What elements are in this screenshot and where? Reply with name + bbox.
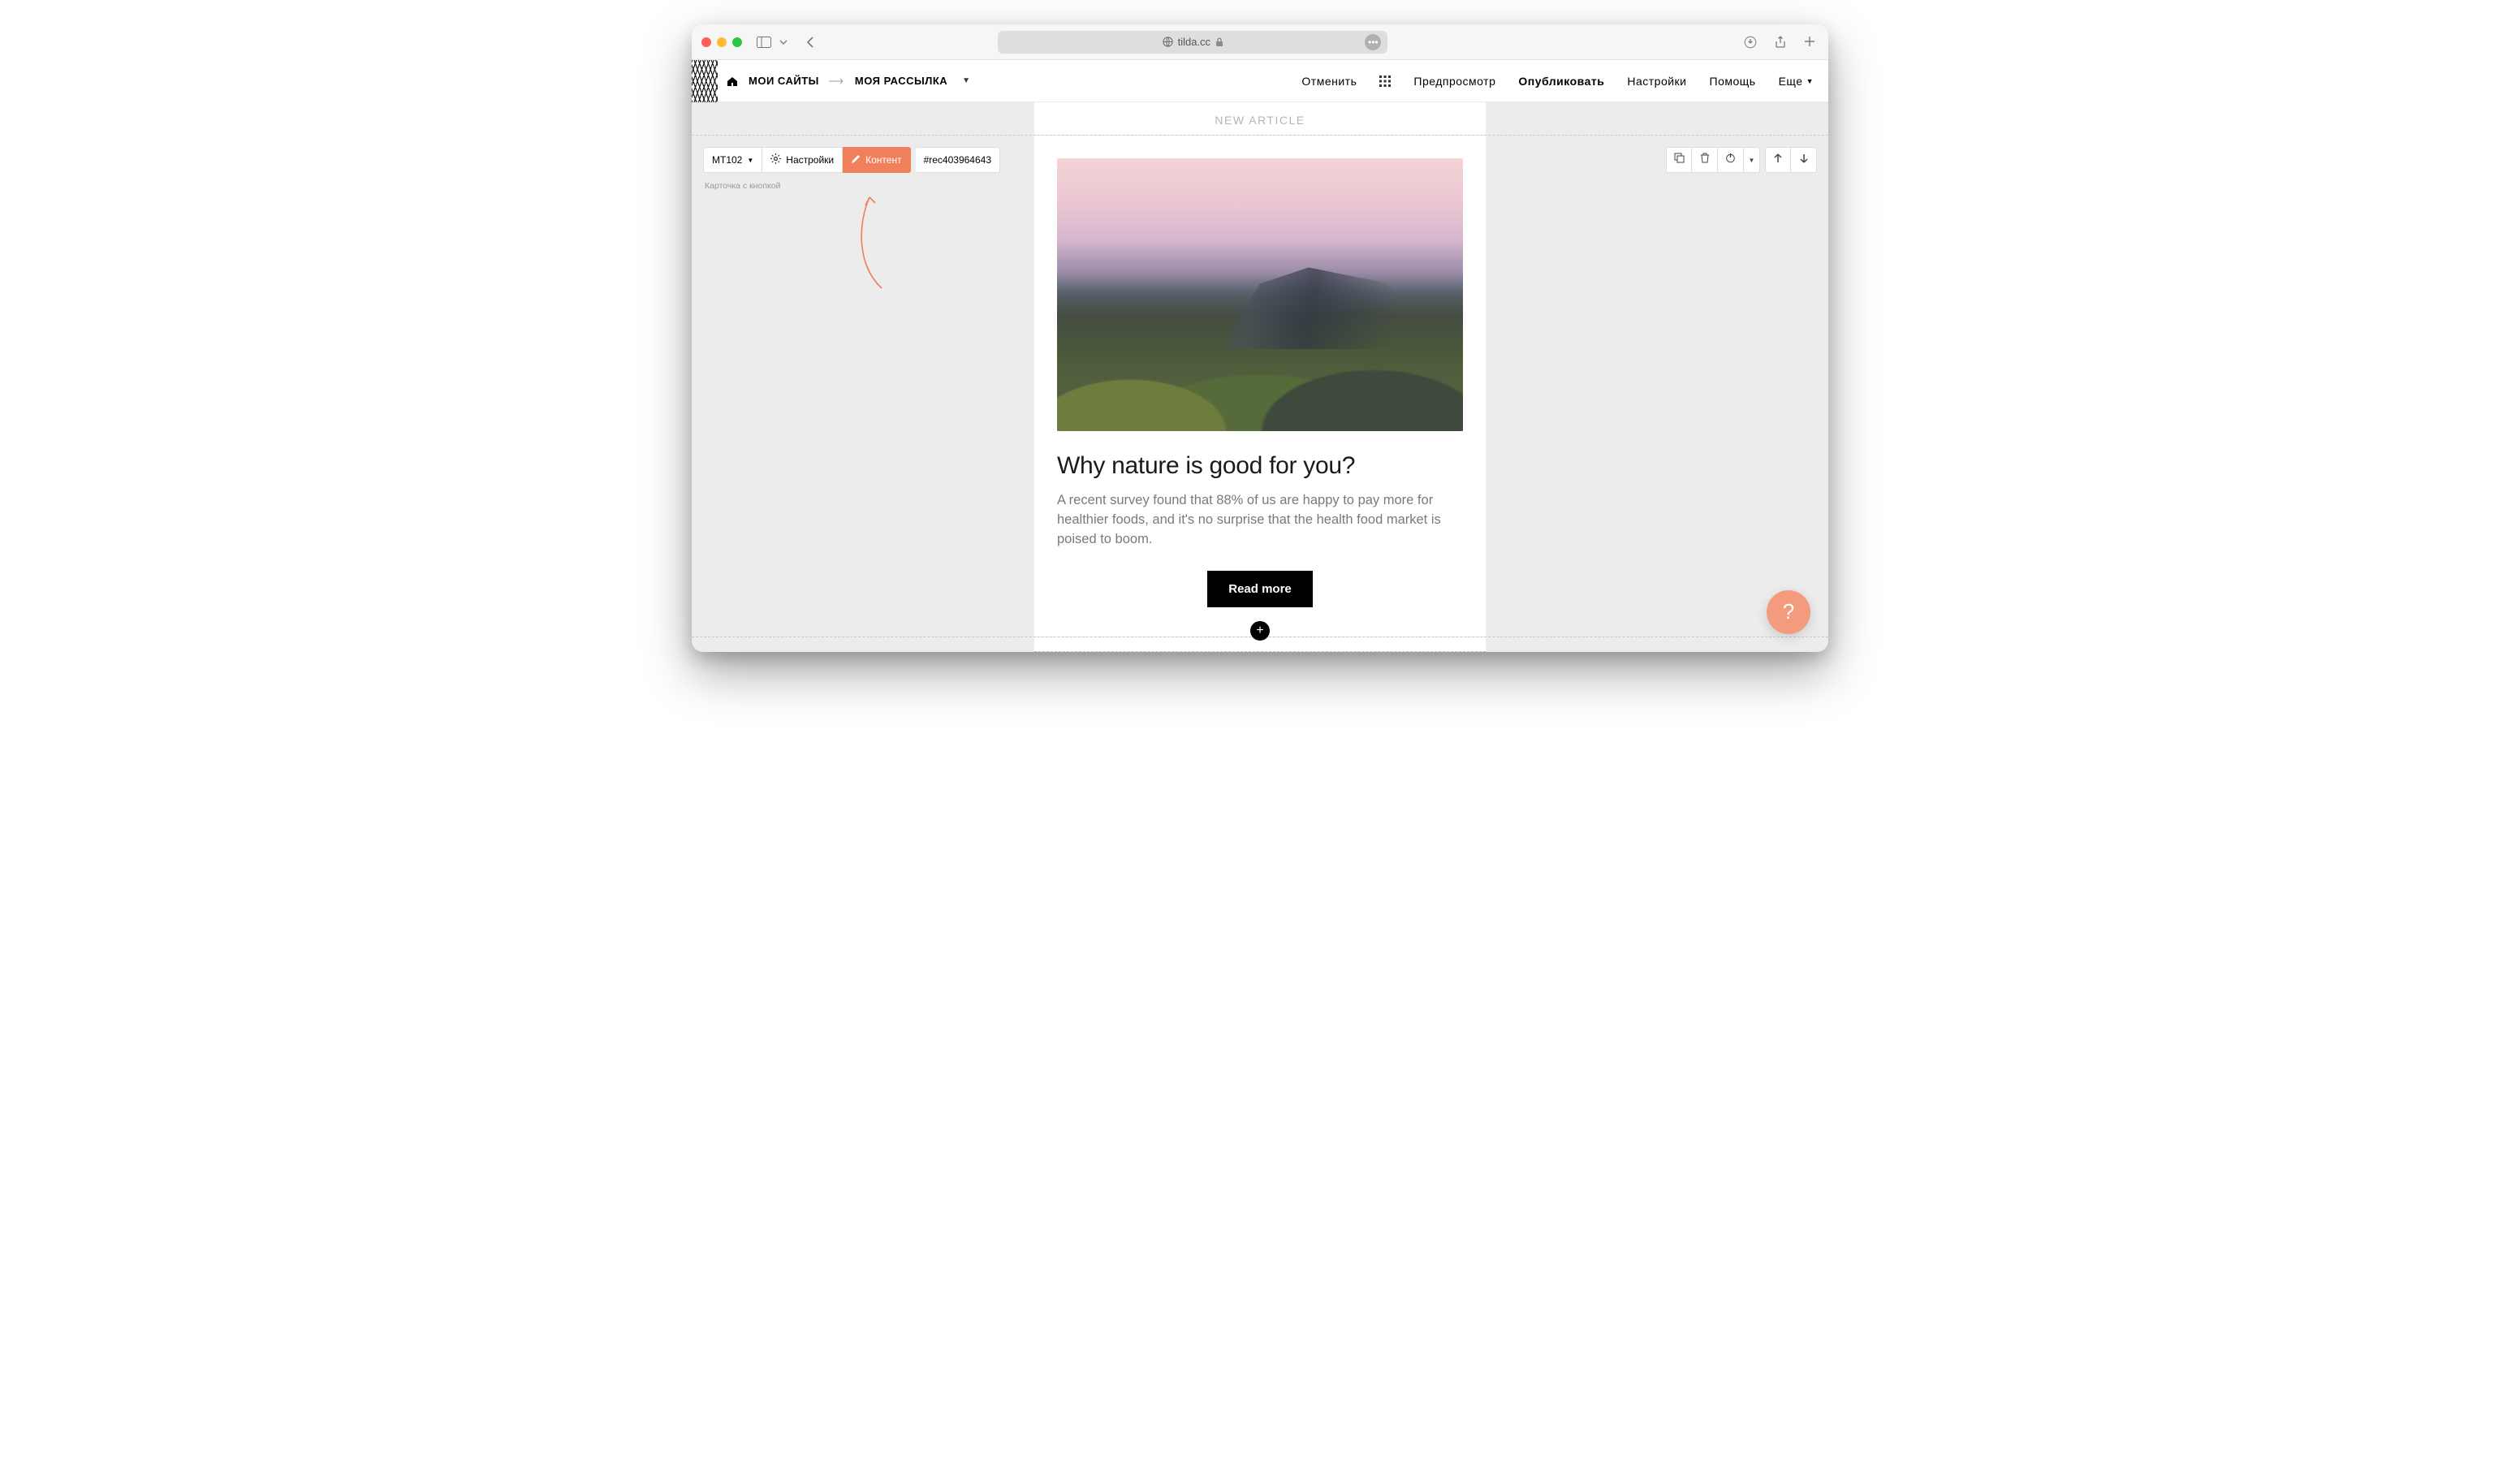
more-dropdown[interactable]: Еще ▼: [1779, 75, 1814, 88]
block-content-label: Контент: [865, 154, 901, 166]
block-controls-left: MT102 ▼ Настройки Контент: [703, 147, 1000, 191]
arrow-down-icon: [1800, 153, 1808, 167]
block-settings-button[interactable]: Настройки: [762, 147, 843, 173]
email-canvas: NEW ARTICLE: [1034, 102, 1486, 135]
close-window-button[interactable]: [701, 37, 711, 47]
undo-button[interactable]: Отменить: [1301, 75, 1357, 88]
arrow-right-icon: [829, 74, 845, 88]
address-more-icon[interactable]: •••: [1365, 34, 1381, 50]
gear-icon: [770, 153, 781, 166]
block-recid[interactable]: #rec403964643: [916, 147, 1000, 173]
card-image: [1057, 158, 1463, 431]
breadcrumb-dropdown-icon[interactable]: ▼: [962, 76, 970, 85]
arrow-up-icon: [1774, 153, 1782, 167]
share-icon[interactable]: [1771, 32, 1789, 52]
address-url: tilda.cc: [1178, 36, 1210, 48]
breadcrumb-home[interactable]: МОИ САЙТЫ: [749, 75, 819, 87]
duplicate-button[interactable]: [1666, 147, 1692, 173]
block-recid-label: #rec403964643: [924, 154, 991, 166]
block-wrapper: MT102 ▼ Настройки Контент: [692, 135, 1828, 637]
caret-down-icon: ▼: [1749, 157, 1755, 164]
read-more-button[interactable]: Read more: [1207, 571, 1313, 607]
power-button[interactable]: [1718, 147, 1744, 173]
new-tab-icon[interactable]: [1801, 32, 1819, 52]
workspace: NEW ARTICLE MT102 ▼ Настройки: [692, 102, 1828, 652]
help-button[interactable]: Помощь: [1710, 75, 1756, 88]
globe-icon: [1163, 37, 1173, 47]
section-title: NEW ARTICLE: [1034, 102, 1486, 135]
address-bar[interactable]: tilda.cc •••: [998, 31, 1387, 54]
minimize-window-button[interactable]: [717, 37, 727, 47]
breadcrumb-page[interactable]: МОЯ РАССЫЛКА: [855, 75, 947, 87]
help-bubble-button[interactable]: ?: [1767, 590, 1810, 634]
caret-down-icon: ▼: [747, 157, 753, 164]
maximize-window-button[interactable]: [732, 37, 742, 47]
pencil-icon: [851, 154, 861, 166]
breadcrumb: МОИ САЙТЫ МОЯ РАССЫЛКА ▼: [726, 74, 971, 88]
copy-icon: [1674, 153, 1685, 167]
plus-icon: +: [1256, 624, 1263, 638]
home-icon[interactable]: [726, 76, 739, 87]
card-description: A recent survey found that 88% of us are…: [1057, 491, 1463, 550]
settings-button[interactable]: Настройки: [1627, 75, 1686, 88]
block-content-button[interactable]: Контент: [843, 147, 910, 173]
power-icon: [1725, 153, 1736, 167]
chevron-down-icon[interactable]: [776, 37, 791, 48]
grid-icon[interactable]: [1379, 76, 1391, 87]
block-caption: Карточка с кнопкой: [705, 181, 780, 191]
lock-icon: [1215, 37, 1223, 47]
block-settings-label: Настройки: [786, 154, 834, 166]
publish-button[interactable]: Опубликовать: [1518, 75, 1604, 88]
card-title: Why nature is good for you?: [1057, 452, 1463, 480]
more-label: Еще: [1779, 75, 1803, 88]
move-down-button[interactable]: [1791, 147, 1817, 173]
annotation-arrow: [825, 192, 906, 290]
card-block[interactable]: Why nature is good for you? A recent sur…: [1034, 136, 1486, 637]
window-controls: [701, 37, 742, 47]
sidebar-toggle-icon[interactable]: [753, 33, 775, 51]
power-dropdown[interactable]: ▼: [1744, 147, 1760, 173]
add-block-button[interactable]: +: [1250, 621, 1270, 641]
move-up-button[interactable]: [1765, 147, 1791, 173]
block-code-dropdown[interactable]: MT102 ▼: [703, 147, 762, 173]
app-header: МОИ САЙТЫ МОЯ РАССЫЛКА ▼ Отменить Предпр…: [692, 60, 1828, 102]
delete-button[interactable]: [1692, 147, 1718, 173]
trash-icon: [1700, 153, 1710, 167]
question-icon: ?: [1783, 599, 1794, 624]
block-controls-right: ▼: [1661, 147, 1817, 173]
preview-button[interactable]: Предпросмотр: [1413, 75, 1495, 88]
browser-window: tilda.cc ••• МОИ САЙТЫ: [692, 24, 1828, 652]
browser-chrome: tilda.cc •••: [692, 24, 1828, 60]
downloads-icon[interactable]: [1741, 32, 1760, 52]
back-button[interactable]: [804, 33, 818, 51]
block-code-label: MT102: [712, 154, 742, 166]
tilda-logo: [692, 60, 718, 102]
caret-down-icon: ▼: [1806, 77, 1814, 85]
